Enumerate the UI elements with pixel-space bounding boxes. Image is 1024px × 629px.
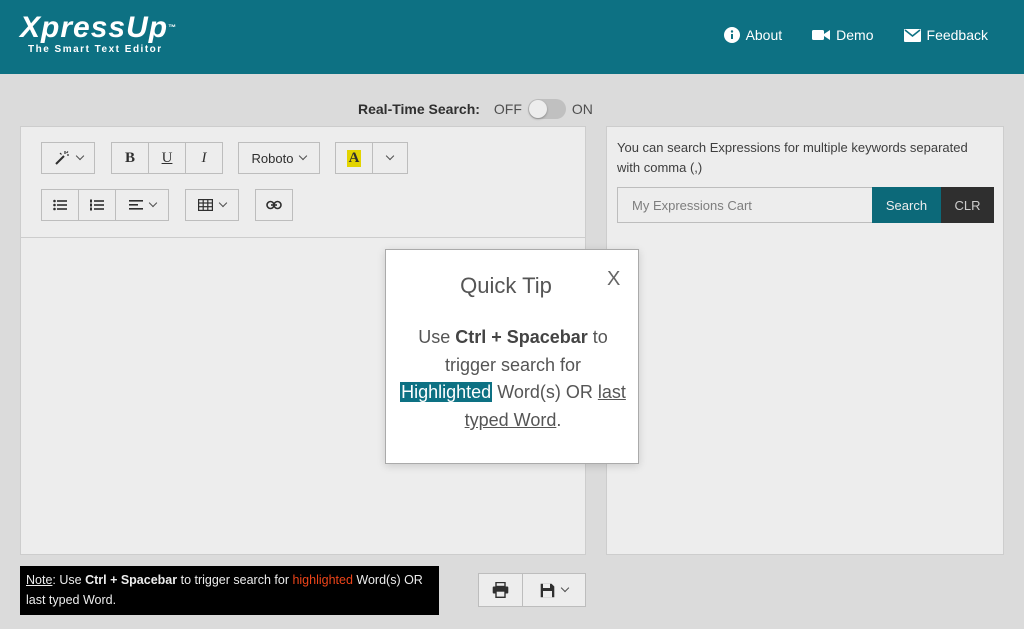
modal-text-words: Word(s) OR xyxy=(492,382,598,403)
logo-tagline: The Smart Text Editor xyxy=(28,44,163,55)
modal-close-button[interactable]: X xyxy=(607,268,620,291)
info-icon xyxy=(723,27,740,43)
nav-demo[interactable]: Demo xyxy=(812,27,874,43)
nav-feedback[interactable]: Feedback xyxy=(903,27,988,43)
nav-feedback-label: Feedback xyxy=(926,27,988,43)
mail-icon xyxy=(903,28,921,42)
logo[interactable]: XpressUp™ The Smart Text Editor xyxy=(20,12,177,56)
quick-tip-modal: Quick Tip X Use Ctrl + Spacebar to trigg… xyxy=(385,249,639,464)
logo-text: XpressUp xyxy=(20,11,169,44)
modal-title: Quick Tip xyxy=(460,273,552,298)
nav-about[interactable]: About xyxy=(723,27,783,43)
nav-about-label: About xyxy=(745,27,783,43)
modal-keys: Ctrl + Spacebar xyxy=(455,327,588,347)
video-camera-icon xyxy=(812,30,831,40)
app-header: XpressUp™ The Smart Text Editor About De… xyxy=(0,0,1024,74)
modal-body: Use Ctrl + Spacebar to trigger search fo… xyxy=(400,324,626,435)
modal-highlighted: Highlighted xyxy=(400,382,493,403)
modal-text-use: Use xyxy=(418,327,456,347)
logo-trademark: ™ xyxy=(168,23,178,32)
top-nav: About Demo Feedback xyxy=(723,27,988,43)
nav-demo-label: Demo xyxy=(836,27,874,43)
modal-period: . xyxy=(556,410,562,431)
